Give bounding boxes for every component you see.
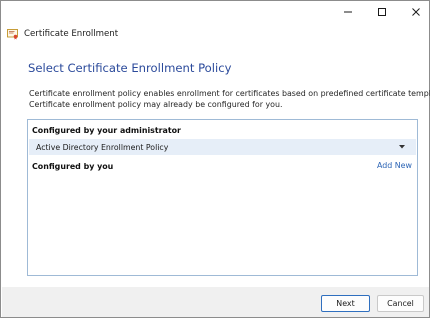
add-new-link[interactable]: Add New: [377, 161, 412, 170]
description-line: Certificate enrollment policy enables en…: [29, 89, 430, 98]
button-bar: Next Cancel: [2, 287, 429, 317]
certificate-icon: [7, 29, 18, 40]
expand-arrow-icon[interactable]: [399, 145, 405, 149]
title-bar: [1, 1, 429, 23]
maximize-button[interactable]: [365, 1, 399, 23]
window-header: Certificate Enrollment: [7, 27, 118, 41]
maximize-icon: [378, 8, 386, 16]
close-icon: [412, 8, 420, 16]
enrollment-policy-list: Configured by your administrator Active …: [27, 119, 418, 276]
policy-item-label: Active Directory Enrollment Policy: [36, 142, 169, 152]
admin-section-heading: Configured by your administrator: [32, 126, 181, 135]
next-button[interactable]: Next: [321, 295, 370, 312]
minimize-button[interactable]: [331, 1, 365, 23]
page-description: Certificate enrollment policy enables en…: [29, 88, 430, 110]
cancel-button[interactable]: Cancel: [377, 295, 424, 312]
policy-item-active-directory[interactable]: Active Directory Enrollment Policy: [29, 139, 416, 155]
close-button[interactable]: [399, 1, 430, 23]
page-title: Select Certificate Enrollment Policy: [28, 61, 232, 75]
minimize-icon: [344, 11, 352, 13]
window-title: Certificate Enrollment: [24, 29, 119, 39]
description-line: Certificate enrollment policy may alread…: [29, 100, 283, 109]
user-section-heading: Configured by you: [32, 162, 114, 171]
certificate-enrollment-window: Certificate Enrollment Select Certificat…: [0, 0, 430, 318]
